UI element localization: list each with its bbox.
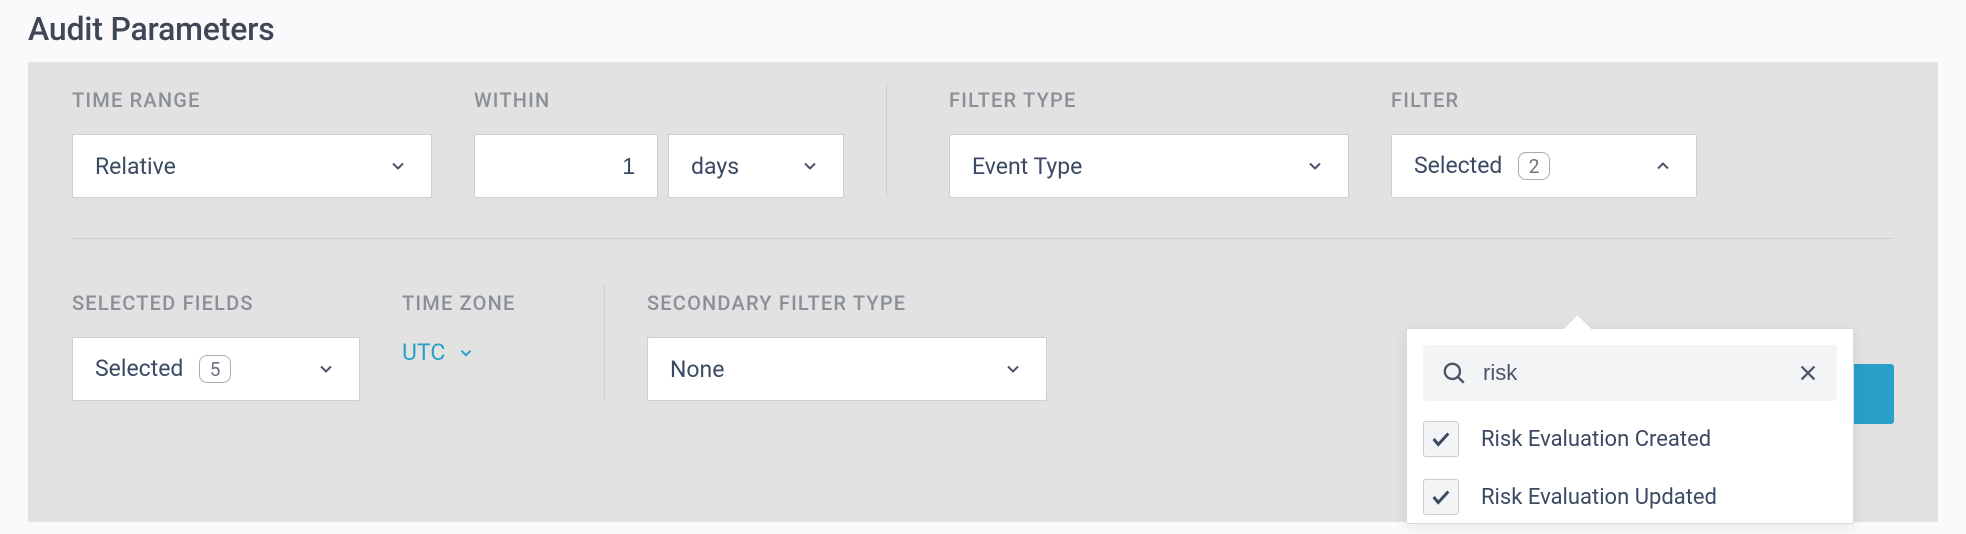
vertical-divider — [886, 82, 887, 198]
filter-search-box — [1423, 345, 1837, 401]
selected-fields-text: Selected 5 — [95, 355, 231, 384]
filter-option[interactable]: Risk Evaluation Updated — [1423, 479, 1837, 515]
chevron-down-icon — [315, 358, 337, 380]
time-zone-value: UTC — [402, 339, 445, 366]
filter-option-label: Risk Evaluation Created — [1481, 427, 1711, 452]
within-unit-select[interactable]: days — [668, 134, 844, 198]
search-icon — [1441, 360, 1467, 386]
within-value-input[interactable] — [474, 134, 658, 198]
selected-fields-label: SELECTED FIELDS — [72, 291, 360, 315]
time-zone-field: TIME ZONE UTC — [402, 291, 562, 366]
time-range-select[interactable]: Relative — [72, 134, 432, 198]
filter-type-value: Event Type — [972, 153, 1082, 180]
filter-select[interactable]: Selected 2 — [1391, 134, 1697, 198]
filter-type-label: FILTER TYPE — [949, 88, 1349, 112]
selected-fields-select[interactable]: Selected 5 — [72, 337, 360, 401]
secondary-filter-label: SECONDARY FILTER TYPE — [647, 291, 1047, 315]
selected-fields-word: Selected — [95, 355, 183, 382]
time-range-value: Relative — [95, 153, 176, 180]
within-label: WITHIN — [474, 88, 844, 112]
selected-fields-field: SELECTED FIELDS Selected 5 — [72, 291, 360, 401]
within-unit-value: days — [691, 153, 739, 180]
filter-selected-word: Selected — [1414, 152, 1502, 179]
vertical-divider — [604, 285, 605, 401]
audit-parameters-panel: TIME RANGE Relative WITHIN days — [28, 62, 1938, 522]
page-title: Audit Parameters — [28, 0, 1938, 62]
filter-options-list: Risk Evaluation Created Risk Evaluation … — [1407, 409, 1853, 523]
time-zone-label: TIME ZONE — [402, 291, 562, 315]
chevron-down-icon — [799, 155, 821, 177]
chevron-down-icon — [1002, 358, 1024, 380]
within-group: days — [474, 134, 844, 198]
secondary-filter-select[interactable]: None — [647, 337, 1047, 401]
filter-type-field: FILTER TYPE Event Type — [949, 88, 1349, 198]
within-field: WITHIN days — [474, 88, 844, 198]
filter-option-label: Risk Evaluation Updated — [1481, 485, 1717, 510]
time-zone-select[interactable]: UTC — [402, 337, 562, 366]
chevron-down-icon — [387, 155, 409, 177]
clear-search-icon[interactable] — [1797, 362, 1819, 384]
checkbox-checked-icon[interactable] — [1423, 479, 1459, 515]
chevron-up-icon — [1652, 155, 1674, 177]
secondary-filter-value: None — [670, 356, 724, 383]
filter-type-select[interactable]: Event Type — [949, 134, 1349, 198]
time-range-label: TIME RANGE — [72, 88, 432, 112]
secondary-filter-field: SECONDARY FILTER TYPE None — [647, 291, 1047, 401]
filter-dropdown: Risk Evaluation Created Risk Evaluation … — [1406, 328, 1854, 524]
filter-field: FILTER Selected 2 — [1391, 88, 1697, 198]
filter-selected-text: Selected 2 — [1414, 152, 1550, 181]
filter-option[interactable]: Risk Evaluation Created — [1423, 421, 1837, 457]
chevron-down-icon — [1304, 155, 1326, 177]
filter-search-input[interactable] — [1483, 360, 1781, 386]
chevron-down-icon — [455, 342, 477, 364]
time-range-field: TIME RANGE Relative — [72, 88, 432, 198]
row-top: TIME RANGE Relative WITHIN days — [72, 88, 1894, 239]
selected-fields-count-badge: 5 — [199, 355, 231, 383]
filter-count-badge: 2 — [1518, 152, 1550, 180]
filter-label: FILTER — [1391, 88, 1697, 112]
checkbox-checked-icon[interactable] — [1423, 421, 1459, 457]
